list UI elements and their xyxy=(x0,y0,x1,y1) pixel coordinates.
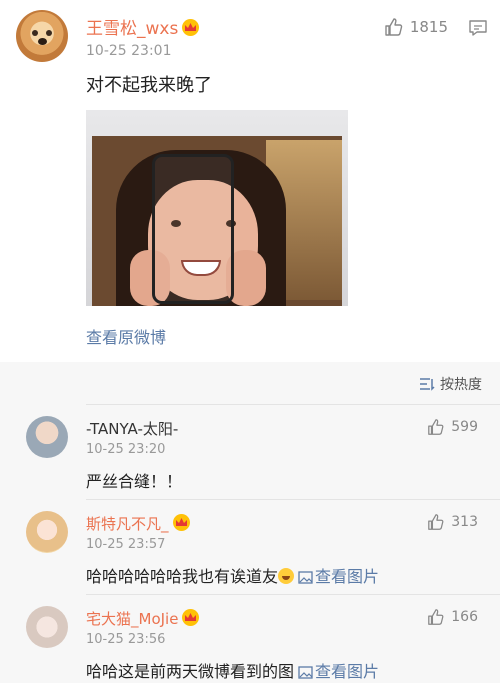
comment-like-button[interactable]: 166 xyxy=(427,608,478,626)
comment-text: 哈哈这是前两天微博看到的图 查看图片 xyxy=(86,658,379,682)
view-original-link[interactable]: 查看原微博 xyxy=(86,324,166,348)
comments-section: 按热度 -TANYA-太阳- 10-25 23:20 严丝合缝！！ 599 斯特… xyxy=(0,362,500,683)
divider xyxy=(86,594,500,595)
comment-like-button[interactable]: 599 xyxy=(427,418,478,436)
thumb-up-icon xyxy=(428,514,444,530)
picture-icon xyxy=(298,571,313,584)
comment-icon[interactable] xyxy=(468,19,488,37)
post-text: 对不起我来晚了 xyxy=(86,75,212,96)
thumb-up-icon xyxy=(428,609,444,625)
divider xyxy=(86,499,500,500)
post-like-count: 1815 xyxy=(409,18,448,36)
comment-avatar[interactable] xyxy=(26,416,68,458)
comment-author-text[interactable]: 斯特凡不凡_ xyxy=(86,515,169,533)
view-picture-link[interactable]: 查看图片 xyxy=(294,567,379,586)
comment-like-count: 313 xyxy=(451,514,478,530)
post-like-button[interactable]: 1815 xyxy=(384,17,448,37)
post-time: 10-25 23:01 xyxy=(86,43,172,59)
comment-time: 10-25 23:20 xyxy=(86,442,166,457)
comment-time: 10-25 23:57 xyxy=(86,537,166,552)
author-name[interactable]: 王雪松_wxs xyxy=(86,14,200,39)
laugh-emoji-icon xyxy=(278,568,295,584)
comment-author-text[interactable]: 宅大猫_MoJie xyxy=(86,610,178,628)
view-picture-text[interactable]: 查看图片 xyxy=(315,567,379,586)
view-picture-text[interactable]: 查看图片 xyxy=(315,662,379,681)
author-avatar[interactable] xyxy=(16,10,68,62)
comment-like-count: 599 xyxy=(451,419,478,435)
sort-by-hot-button[interactable]: 按热度 xyxy=(419,374,482,394)
comment-like-count: 166 xyxy=(451,609,478,625)
comment-avatar[interactable] xyxy=(26,606,68,648)
sort-label: 按热度 xyxy=(440,377,482,393)
comment-text: 哈哈哈哈哈哈我也有诶道友 查看图片 xyxy=(86,563,379,587)
view-picture-link[interactable]: 查看图片 xyxy=(294,662,379,681)
author-name-text[interactable]: 王雪松_wxs xyxy=(86,19,178,39)
weibo-post: 王雪松_wxs 10-25 23:01 1815 对不起我来晚了 查看原微博 xyxy=(0,0,500,362)
comment-avatar[interactable] xyxy=(26,511,68,553)
thumb-up-icon xyxy=(428,419,444,435)
crown-icon xyxy=(182,609,200,626)
picture-icon xyxy=(298,666,313,679)
crown-icon xyxy=(182,19,200,36)
divider xyxy=(86,404,500,405)
sort-icon xyxy=(420,378,435,391)
crown-icon xyxy=(172,514,190,531)
comment-author[interactable]: 斯特凡不凡_ xyxy=(86,513,190,534)
comment-author[interactable]: -TANYA-太阳- xyxy=(86,418,178,439)
comment-text-body: 哈哈哈哈哈哈我也有诶道友 xyxy=(86,567,279,586)
comment-text: 严丝合缝！！ xyxy=(86,472,183,491)
thumb-up-icon xyxy=(385,18,403,36)
post-image[interactable] xyxy=(86,110,348,306)
comment-author[interactable]: 宅大猫_MoJie xyxy=(86,608,200,629)
comment-like-button[interactable]: 313 xyxy=(427,513,478,531)
comment-text-body: 哈哈这是前两天微博看到的图 xyxy=(86,662,295,681)
comment-time: 10-25 23:56 xyxy=(86,632,166,647)
